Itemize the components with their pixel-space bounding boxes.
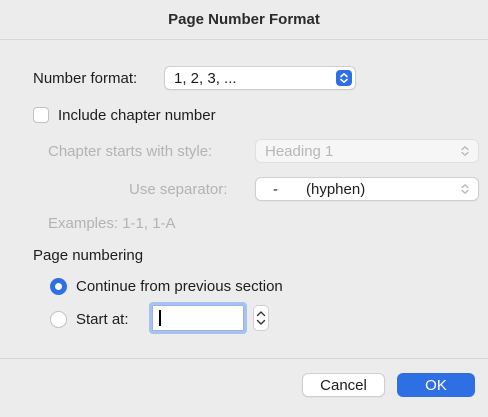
footer-divider [0,358,488,359]
popup-chevron-icon [458,143,472,159]
number-format-row: Number format: [33,66,137,90]
include-chapter-label: Include chapter number [58,106,216,124]
examples-text: Examples: 1-1, 1-A [48,214,176,232]
chapter-style-label: Chapter starts with style: [48,142,213,160]
text-caret [159,310,161,326]
include-chapter-checkbox[interactable] [33,107,49,123]
number-format-label: Number format: [33,69,138,87]
number-format-value: 1, 2, 3, ... [174,69,237,87]
page-number-format-dialog: Page Number Format Number format: 1, 2, … [0,0,488,417]
start-at-stepper[interactable] [253,305,269,331]
popup-chevron-icon [458,181,472,197]
separator-label: Use separator: [129,180,228,198]
separator-row: Use separator: [129,177,227,201]
page-numbering-heading: Page numbering [33,246,144,264]
continue-radio[interactable] [50,277,67,295]
continue-label: Continue from previous section [76,277,283,295]
stepper-arrows-icon [256,311,266,325]
start-at-input[interactable] [149,302,247,334]
continue-option[interactable]: Continue from previous section [50,275,283,297]
page-numbering-heading-row: Page numbering [33,244,143,266]
separator-symbol: - [273,180,278,198]
start-at-label: Start at: [76,310,129,328]
start-at-radio[interactable] [50,310,67,328]
title-bar: Page Number Format [0,0,488,40]
chapter-style-popup[interactable]: Heading 1 [255,139,479,163]
separator-popup[interactable]: - (hyphen) [255,177,479,201]
number-format-popup[interactable]: 1, 2, 3, ... [164,66,356,90]
separator-name: (hyphen) [306,180,366,198]
start-at-option[interactable]: Start at: [50,308,129,330]
cancel-button[interactable]: Cancel [302,373,385,397]
chapter-style-value: Heading 1 [265,142,334,160]
dialog-title: Page Number Format [168,11,320,28]
popup-chevron-icon [336,70,352,86]
include-chapter-row[interactable]: Include chapter number [33,104,216,126]
chapter-style-row: Chapter starts with style: [48,139,212,163]
examples-row: Examples: 1-1, 1-A [48,212,176,234]
ok-button[interactable]: OK [397,373,475,397]
